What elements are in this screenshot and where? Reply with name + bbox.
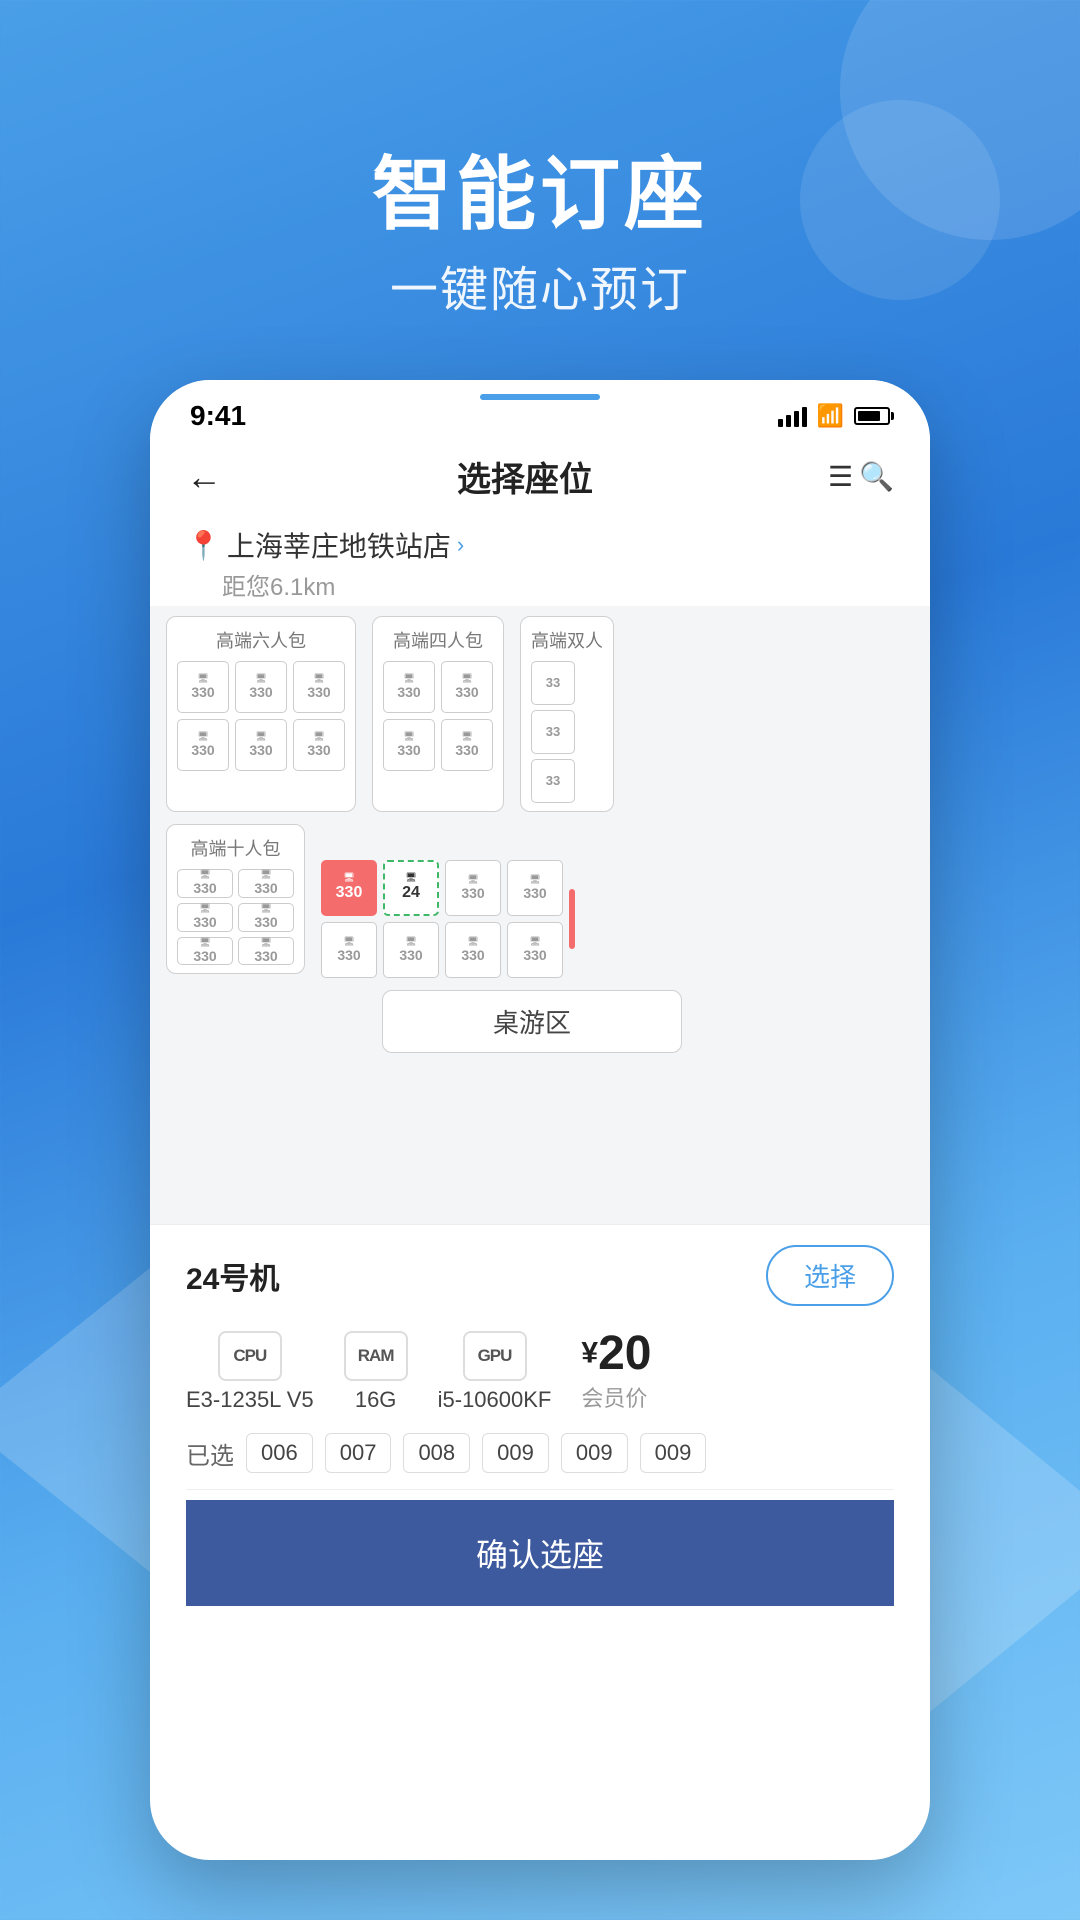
location-pin-icon: 📍 [186,529,221,562]
room-6pack-seats: 🖥 330 🖥 330 🖥 330 🖥 330 [177,661,345,771]
hero-subtitle: 一键随心预订 [0,250,1080,320]
cpu-label: E3-1235L V5 [186,1387,314,1413]
selected-seat-tag-4[interactable]: 009 [482,1433,549,1473]
cpu-icon: CPU [218,1331,282,1381]
hero-title: 智能订座 [0,130,1080,246]
seat-item[interactable]: 🖥 330 [445,922,501,978]
ram-icon: RAM [344,1331,408,1381]
back-button[interactable]: ← [186,456,222,498]
phone-pill [480,394,600,400]
seat-item[interactable]: 🖥 330 [177,661,229,713]
bg-triangle-right [920,1360,1080,1720]
room-6pack: 高端六人包 🖥 330 🖥 330 🖥 330 🖥 [166,616,356,812]
seat-item[interactable]: 🖥 330 [293,719,345,771]
cpu-spec: CPU E3-1235L V5 [186,1331,314,1413]
location-bar: 📍 上海莘庄地铁站店 › 距您6.1km [150,517,930,606]
price-display: ¥20 会员价 [581,1326,651,1413]
room-6pack-label: 高端六人包 [177,627,345,653]
seat-item[interactable]: 33 [531,759,575,803]
bottom-rooms-row: 高端十人包 🖥 330 🖥 330 🖥 330 🖥 [166,824,914,978]
seat-map: 高端六人包 🖥 330 🖥 330 🖥 330 🖥 [150,606,930,1216]
seat-item[interactable]: 🖥 330 [321,922,377,978]
room-10pack-left: 高端十人包 🖥 330 🖥 330 🖥 330 🖥 [166,824,305,974]
signal-bars-icon [778,405,807,427]
select-button[interactable]: 选择 [766,1245,894,1306]
gpu-icon: GPU [463,1331,527,1381]
selected-seat-tag-6[interactable]: 009 [640,1433,707,1473]
gpu-spec: GPU i5-10600KF [438,1331,552,1413]
gpu-label: i5-10600KF [438,1387,552,1413]
selected-seat-tag-2[interactable]: 007 [325,1433,392,1473]
price-symbol: ¥ [581,1337,598,1370]
price-suffix: 会员价 [581,1381,647,1413]
seat-item[interactable]: 🖥 330 [235,661,287,713]
top-rooms-row: 高端六人包 🖥 330 🖥 330 🖥 330 🖥 [166,616,914,812]
phone-mockup: 9:41 📶 ← 选择座位 ☰ 🔍 📍 上海莘庄地铁站店 › [150,380,930,1860]
room-4pack-label: 高端四人包 [383,627,493,653]
bottom-panel: 24号机 选择 CPU E3-1235L V5 RAM 16G GPU [150,1224,930,1606]
selected-seat-tag-5[interactable]: 009 [561,1433,628,1473]
seat-item[interactable]: 🖥 330 [383,719,435,771]
price-value: 20 [598,1327,651,1380]
seat-item[interactable]: 🖥 330 [383,661,435,713]
selected-seat-tag-1[interactable]: 006 [246,1433,313,1473]
seat-item[interactable]: 33 [531,661,575,705]
location-name[interactable]: 📍 上海莘庄地铁站店 › [186,525,894,565]
battery-icon [854,407,890,425]
seat-item[interactable]: 🖥 330 [177,937,233,966]
room-2pack: 高端双人 33 33 33 [520,616,614,812]
search-icon[interactable]: 🔍 [859,460,894,493]
seat-item[interactable]: 🖥 330 [293,661,345,713]
list-icon[interactable]: ☰ [828,460,853,493]
location-distance: 距您6.1km [186,565,894,602]
seat-item-selected-green[interactable]: 🖥 24 [383,860,439,916]
seat-item[interactable]: 🖥 330 [507,860,563,916]
confirm-button[interactable]: 确认选座 [186,1500,894,1606]
divider [150,1216,930,1224]
status-time: 9:41 [190,400,246,432]
seat-item[interactable]: 🖥 330 [441,661,493,713]
seat-item[interactable]: 🖥 330 [238,869,294,898]
seat-item[interactable]: 🖥 330 [235,719,287,771]
selected-label: 已选 [186,1436,234,1471]
seat-item[interactable]: 🖥 330 [445,860,501,916]
seat-item[interactable]: 🖥 330 [507,922,563,978]
seat-item[interactable]: 🖥 330 [383,922,439,978]
status-icons: 📶 [778,403,890,429]
seat-item[interactable]: 🖥 330 [177,903,233,932]
wifi-icon: 📶 [817,403,844,429]
seat-item[interactable]: 🖥 330 [238,937,294,966]
selected-seats-row: 已选 006 007 008 009 009 009 [186,1433,894,1490]
machine-name: 24号机 [186,1254,279,1298]
room-10pack-label: 高端十人包 [177,835,294,861]
selected-seat-tag-3[interactable]: 008 [403,1433,470,1473]
nav-search-group: ☰ 🔍 [828,460,894,493]
seat-item[interactable]: 🖥 330 [441,719,493,771]
room-4pack-seats: 🖥 330 🖥 330 🖥 330 🖥 330 [383,661,493,771]
table-game-zone: 桌游区 [382,990,682,1053]
room-4pack: 高端四人包 🖥 330 🖥 330 🖥 330 🖥 [372,616,504,812]
ram-label: 16G [355,1387,397,1413]
room-2pack-label: 高端双人 [531,627,603,653]
seat-item[interactable]: 🖥 330 [177,869,233,898]
red-indicator-bar [569,889,575,949]
machine-row: 24号机 选择 [186,1245,894,1306]
location-arrow-icon: › [457,532,464,558]
seat-item-selected-red[interactable]: 🖥 330 [321,860,377,916]
status-bar: 9:41 📶 [150,380,930,442]
nav-bar: ← 选择座位 ☰ 🔍 [150,442,930,517]
seat-item[interactable]: 🖥 330 [177,719,229,771]
page-title: 选择座位 [457,452,593,501]
ram-spec: RAM 16G [344,1331,408,1413]
specs-row: CPU E3-1235L V5 RAM 16G GPU i5-10600KF ¥… [186,1326,894,1413]
seat-item[interactable]: 🖥 330 [238,903,294,932]
seat-item[interactable]: 33 [531,710,575,754]
